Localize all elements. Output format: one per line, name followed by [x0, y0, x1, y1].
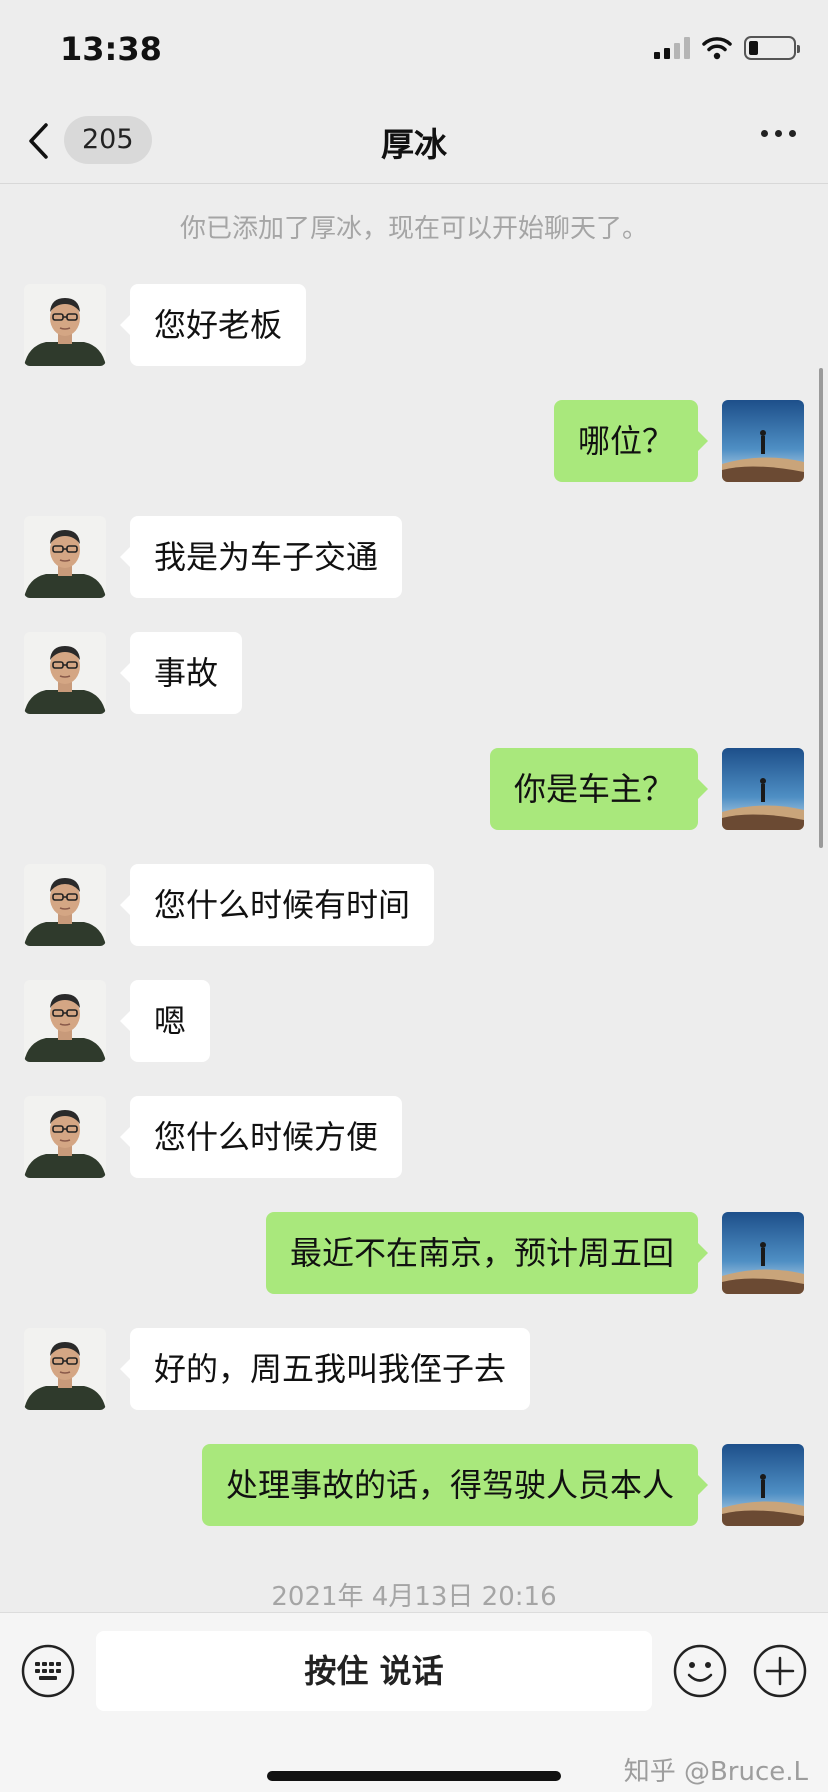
keyboard-icon — [21, 1644, 75, 1698]
my-avatar[interactable] — [722, 400, 804, 482]
message-row: 好的，周五我叫我侄子去 — [0, 1328, 828, 1410]
cellular-signal-icon — [654, 37, 690, 59]
status-time: 13:38 — [60, 30, 162, 68]
received-message-bubble[interactable]: 您什么时候方便 — [119, 1096, 403, 1178]
message-row: 您什么时候有时间 — [0, 864, 828, 946]
contact-avatar[interactable] — [24, 864, 106, 946]
message-row: 我是为车子交通 — [0, 516, 828, 598]
message-row: 哪位？ — [0, 400, 828, 482]
sent-message-bubble[interactable]: 哪位？ — [553, 400, 709, 482]
contact-avatar[interactable] — [24, 516, 106, 598]
sent-message-bubble[interactable]: 处理事故的话，得驾驶人员本人 — [201, 1444, 709, 1526]
received-message-bubble[interactable]: 嗯 — [119, 980, 211, 1062]
message-row: 嗯 — [0, 980, 828, 1062]
sent-message-bubble[interactable]: 你是车主？ — [489, 748, 709, 830]
system-message: 你已添加了厚冰，现在可以开始聊天了。 — [179, 214, 648, 244]
contact-avatar[interactable] — [24, 284, 106, 366]
my-avatar[interactable] — [722, 1444, 804, 1526]
more-dots-icon — [761, 130, 768, 137]
message-row: 你是车主？ — [0, 748, 828, 830]
contact-avatar[interactable] — [24, 1096, 106, 1178]
watermark: 知乎 @Bruce.L — [623, 1757, 808, 1787]
keyboard-toggle-button[interactable] — [20, 1643, 76, 1699]
received-message-bubble[interactable]: 事故 — [119, 632, 243, 714]
received-message-bubble[interactable]: 您好老板 — [119, 284, 307, 366]
scrollbar[interactable] — [819, 368, 823, 848]
message-row: 最近不在南京，预计周五回 — [0, 1212, 828, 1294]
received-message-bubble[interactable]: 我是为车子交通 — [119, 516, 403, 598]
chat-header: 205 厚冰 — [0, 100, 828, 184]
contact-avatar[interactable] — [24, 1328, 106, 1410]
message-row: 您好老板 — [0, 284, 828, 366]
status-icons — [654, 36, 800, 60]
message-row: 您什么时候方便 — [0, 1096, 828, 1178]
emoji-button[interactable] — [672, 1643, 728, 1699]
sent-message-bubble[interactable]: 最近不在南京，预计周五回 — [265, 1212, 709, 1294]
status-bar: 13:38 — [0, 0, 828, 100]
received-message-bubble[interactable]: 您什么时候有时间 — [119, 864, 435, 946]
my-avatar[interactable] — [722, 1212, 804, 1294]
more-options-button[interactable] — [761, 130, 796, 137]
contact-avatar[interactable] — [24, 980, 106, 1062]
my-avatar[interactable] — [722, 748, 804, 830]
home-indicator[interactable] — [267, 1771, 561, 1781]
message-timestamp: 2021年 4月13日 20:16 — [271, 1582, 557, 1612]
battery-icon — [744, 36, 800, 60]
received-message-bubble[interactable]: 好的，周五我叫我侄子去 — [119, 1328, 531, 1410]
chat-title: 厚冰 — [381, 125, 447, 164]
more-functions-button[interactable] — [752, 1643, 808, 1699]
plus-icon — [753, 1644, 807, 1698]
contact-avatar[interactable] — [24, 632, 106, 714]
emoji-icon — [673, 1644, 727, 1698]
hold-to-talk-button[interactable]: 按住 说话 — [96, 1631, 652, 1711]
input-bar: 按住 说话 知乎 @Bruce.L — [0, 1612, 828, 1792]
wifi-icon — [702, 37, 732, 60]
message-row: 事故 — [0, 632, 828, 714]
message-row: 处理事故的话，得驾驶人员本人 — [0, 1444, 828, 1526]
